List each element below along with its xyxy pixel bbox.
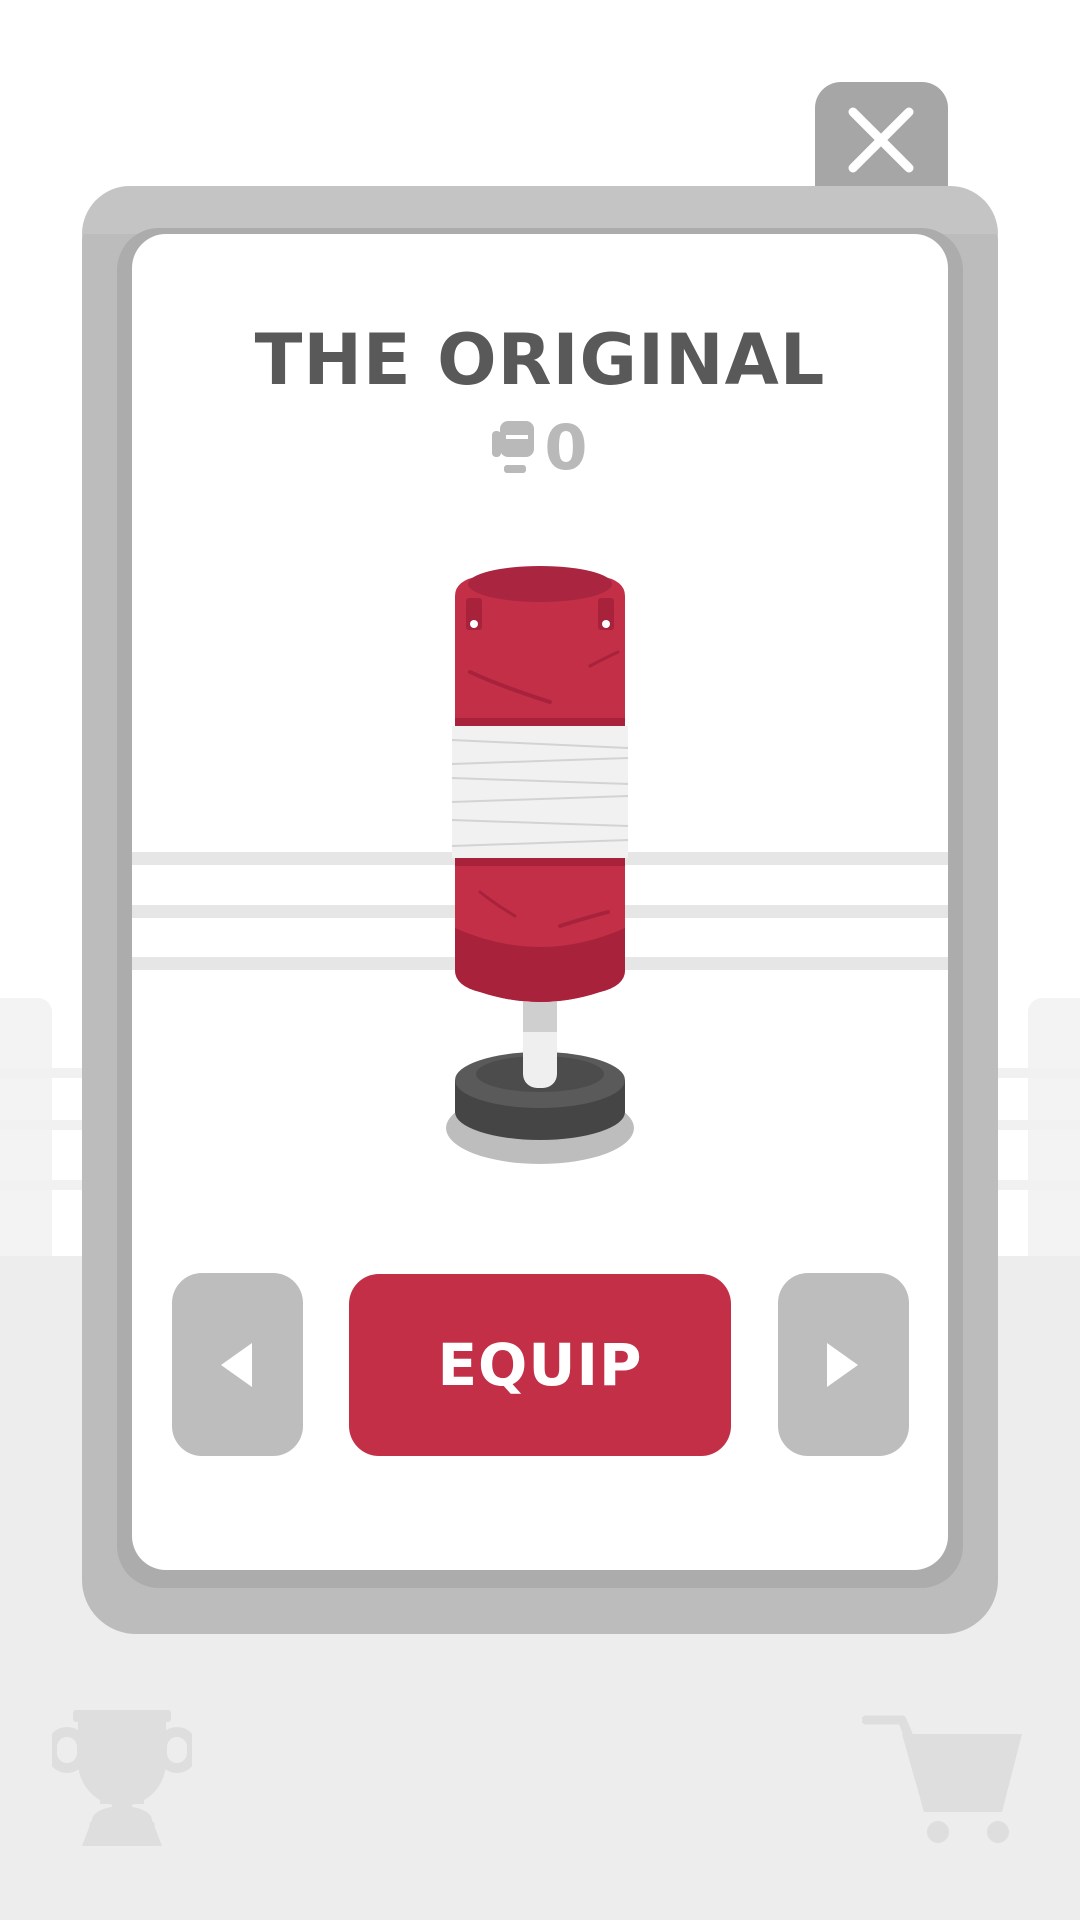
item-price: 0 <box>0 411 1080 484</box>
cart-icon[interactable] <box>861 1712 1032 1844</box>
modal-frame-highlight <box>82 186 998 234</box>
ring-rope <box>998 1120 1080 1130</box>
close-icon <box>848 107 914 173</box>
ring-rope <box>998 1068 1080 1078</box>
triangle-left-icon <box>221 1343 252 1387</box>
ring-rope <box>998 1180 1080 1190</box>
ring-rope <box>0 1120 82 1130</box>
equip-button-label: EQUIP <box>437 1331 643 1399</box>
triangle-right-icon <box>827 1343 858 1387</box>
ring-rope <box>0 1180 82 1190</box>
item-title: THE ORIGINAL <box>254 319 826 401</box>
equip-button[interactable]: EQUIP <box>349 1274 731 1456</box>
ring-rope <box>0 1068 82 1078</box>
trophy-icon[interactable] <box>47 1710 197 1846</box>
punching-bag-icon <box>446 566 634 1164</box>
next-item-button[interactable] <box>778 1273 909 1456</box>
boxing-glove-icon <box>492 421 535 473</box>
previous-item-button[interactable] <box>172 1273 303 1456</box>
price-value: 0 <box>544 411 588 484</box>
close-button[interactable] <box>815 82 948 202</box>
